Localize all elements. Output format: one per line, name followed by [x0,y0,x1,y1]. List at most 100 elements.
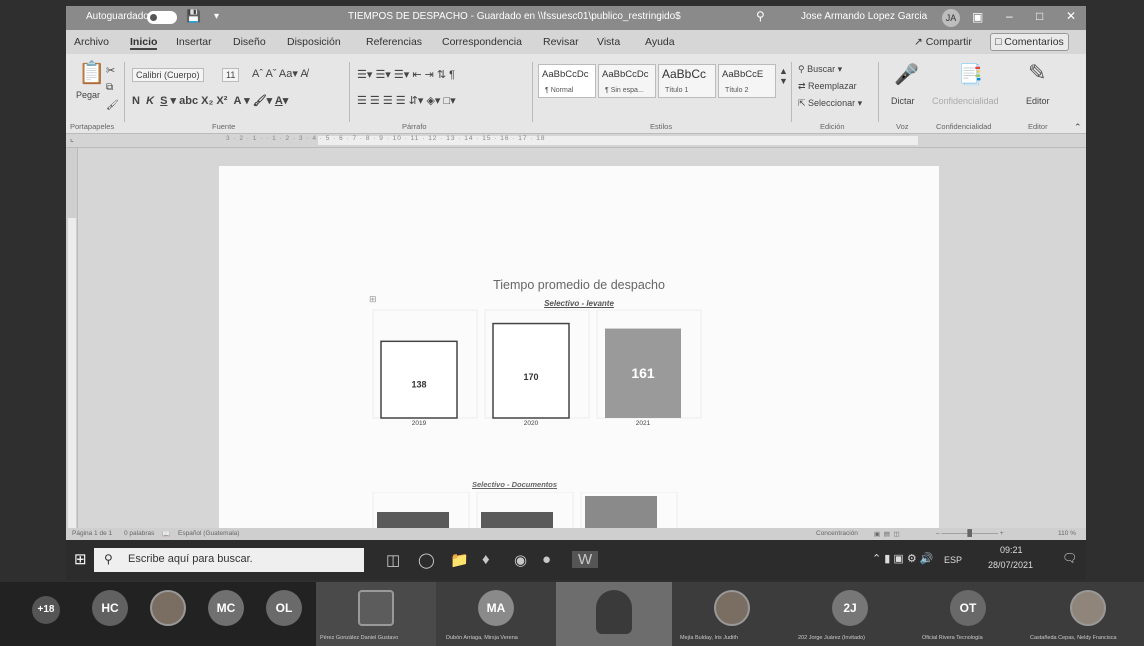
participant-video-tile[interactable]: Mejía Bulday, Iris Judith [672,582,790,646]
editor-button[interactable]: Editor [1026,96,1050,106]
close-icon[interactable]: ✕ [1066,9,1076,23]
language-status[interactable]: Español (Guatemala) [178,530,239,537]
align-icons[interactable]: ☰ ☰ ☰ ☰ ⇵▾ ◈▾ □▾ [357,94,456,107]
styles-more-icon[interactable]: ▲ ▼ [779,66,788,86]
tab-inicio[interactable]: Inicio [130,36,158,50]
participant-photo[interactable] [150,590,186,626]
tab-insertar[interactable]: Insertar [176,36,212,48]
user-name[interactable]: Jose Armando Lopez Garcia [801,11,927,22]
more-participants-badge[interactable]: +18 [32,596,60,624]
active-speaker-video[interactable] [556,582,672,646]
sensitivity-button[interactable]: Confidencialidad [932,96,999,106]
notification-icon[interactable]: 🗨 [1062,551,1077,565]
user-avatar[interactable]: JA [942,9,960,27]
clock-time[interactable]: 09:21 [1000,545,1023,555]
clock-date[interactable]: 28/07/2021 [988,560,1033,570]
editor-icon[interactable]: ✎ [1028,60,1046,86]
style-sample: AaBbCc [662,67,707,81]
tab-vista[interactable]: Vista [597,36,620,48]
group-paragraph: Párrafo [402,122,427,131]
paste-button[interactable]: Pegar [76,90,100,100]
participant-video-tile[interactable]: Castañeda Cepas, Neldy Francisca [1026,582,1144,646]
system-tray-icons[interactable]: ⌃ ▮ ▣ ⚙ 🔊 [872,552,933,565]
teams-icon[interactable]: ♦ [482,551,490,568]
tab-referencias[interactable]: Referencias [366,36,422,48]
copy-icon[interactable]: ⧉ [106,82,113,93]
share-button[interactable]: ↗ Compartir [914,36,972,48]
participant-avatar: 2J [832,590,868,626]
participant-avatar[interactable]: OL [266,590,302,626]
replace-button[interactable]: ⇄ Reemplazar [798,81,857,92]
zoom-level[interactable]: 110 % [1058,530,1076,537]
microphone-icon[interactable]: 🎤 [894,62,919,87]
participant-video-tile[interactable]: OT Oficial Rivera Tecnología [908,582,1026,646]
participant-avatar[interactable]: HC [92,590,128,626]
minimize-icon[interactable]: – [1006,9,1013,23]
record-icon[interactable]: ● [542,551,551,568]
edge-icon[interactable]: ◯ [418,551,435,569]
ribbon-divider [878,62,879,122]
horizontal-ruler[interactable]: ⌞ 3 · 2 · 1 · · 1 · 2 · 3 · 4 · 5 · 6 · … [66,134,1086,148]
tab-stop-icon[interactable]: ⌞ [70,134,74,143]
view-mode-icons[interactable]: ▣ ▤ ◫ [874,530,900,538]
focus-mode[interactable]: Concentración [816,530,858,537]
style-normal[interactable]: AaBbCcDc ¶ Normal [538,64,596,98]
comments-button[interactable]: □ Comentarios [990,33,1069,51]
dictate-button[interactable]: Dictar [891,96,915,106]
format-painter-icon[interactable]: 🖌 [106,100,119,111]
list-icons[interactable]: ☰▾ ☰▾ ☰▾ ⇤ ⇥ ⇅ ¶ [357,68,455,81]
search-icon[interactable]: ⚲ [756,9,765,23]
sensitivity-icon[interactable]: 📑 [958,62,983,87]
clear-format-icon[interactable]: A̸ [300,68,307,80]
font-name-select[interactable]: Calibri (Cuerpo) [132,68,204,82]
chrome-icon[interactable]: ◉ [514,551,527,569]
proofing-icon[interactable]: 📖 [162,530,170,538]
style-no-spacing[interactable]: AaBbCcDc ¶ Sin espa... [598,64,656,98]
chart-selectivo-levante[interactable]: 138 2019 170 2020 161 2021 [359,306,799,426]
save-icon[interactable]: 💾 [186,9,201,23]
style-heading-1[interactable]: AaBbCc Título 1 [658,64,716,98]
participant-video-tile[interactable]: Pérez González Daniel Gustavo [316,582,436,646]
font-size-select[interactable]: 11 [222,68,240,82]
document-title[interactable]: TIEMPOS DE DESPACHO - Guardado en \\fssu… [348,11,681,22]
ribbon-display-icon[interactable]: ▣ [972,10,983,24]
select-button[interactable]: ⇱ Seleccionar ▾ [798,98,862,109]
participant-video-tile[interactable]: 2J 202 Jorge Juárez (Invitado) [790,582,908,646]
task-view-icon[interactable]: ◫ [386,551,400,569]
zoom-slider[interactable]: – ————█———— + [936,530,1004,537]
restore-icon[interactable]: □ [1036,9,1043,23]
grow-font-icon[interactable]: Aˆ Aˇ Aa▾ A̸ [252,67,308,80]
tab-diseno[interactable]: Diseño [233,36,266,48]
word-count[interactable]: 0 palabras [124,530,154,537]
cut-icon[interactable]: ✂ [106,64,115,77]
style-heading-2[interactable]: AaBbCcE Título 2 [718,64,776,98]
share-icon: ↗ [914,36,926,48]
word-app-icon[interactable]: W [572,551,599,568]
customize-qat-icon[interactable]: ▾ [214,11,219,22]
move-handle-icon[interactable]: ⊞ [369,294,377,305]
font-format-icons[interactable]: N K S ▾ abc X₂ X² A ▾ 🖌▾ A▾ [132,94,288,107]
tab-disposicion[interactable]: Disposición [287,36,341,48]
taskbar-search[interactable]: ⚲ Escribe aquí para buscar. [94,548,364,572]
input-language[interactable]: ESP [944,555,962,565]
find-button[interactable]: ⚲ Buscar ▾ [798,64,842,75]
participant-avatar[interactable]: MC [208,590,244,626]
tab-correspondencia[interactable]: Correspondencia [442,36,522,48]
ribbon-divider [532,62,533,122]
group-sensitivity: Confidencialidad [936,122,992,131]
tab-archivo[interactable]: Archivo [74,36,109,48]
clipboard-icon[interactable]: 📋 [78,60,105,86]
page-count[interactable]: Página 1 de 1 [72,530,112,537]
participant-video-tile[interactable]: MA Dubón Arriaga, Mirsja Verena [436,582,556,646]
windows-start-icon[interactable]: ⊞ [74,550,87,568]
vertical-ruler[interactable] [66,148,78,528]
chart-title: Tiempo promedio de despacho [493,278,665,292]
autosave-toggle[interactable] [147,11,177,24]
tab-ayuda[interactable]: Ayuda [645,36,675,48]
file-explorer-icon[interactable]: 📁 [450,551,469,569]
tab-revisar[interactable]: Revisar [543,36,579,48]
group-voice: Voz [896,122,909,131]
chart2-subtitle-text: Selectivo - Documentos [472,480,558,489]
document-page[interactable]: Tiempo promedio de despacho Selectivo - … [219,166,939,552]
collapse-ribbon-icon[interactable]: ⌃ [1074,122,1082,133]
